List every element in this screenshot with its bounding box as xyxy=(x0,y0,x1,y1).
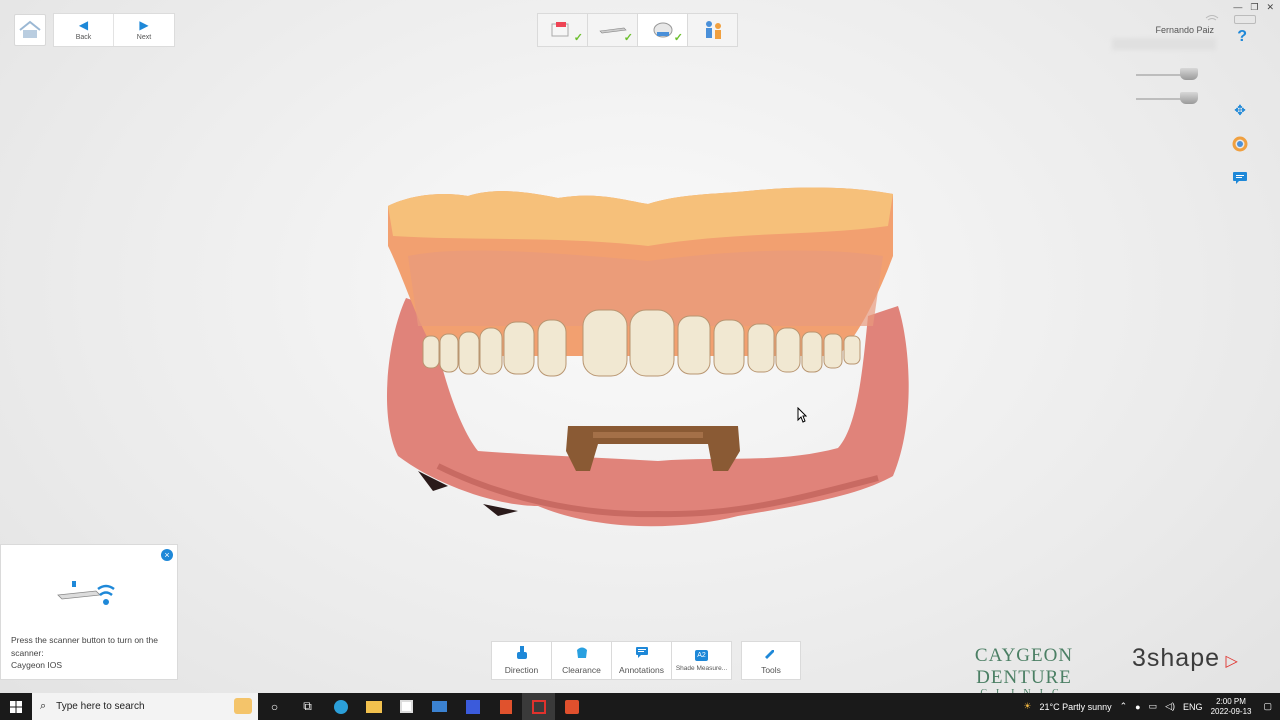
scanner-notification: × Press the scanner button to turn on th… xyxy=(0,544,178,680)
system-tray: ☀ 21°C Partly sunny ⌃ ● ▭ ◁) ENG 2:00 PM… xyxy=(1023,693,1280,720)
next-button[interactable]: ▶ Next xyxy=(114,14,174,46)
navigation-group: ◀ Back ▶ Next xyxy=(53,13,175,47)
bottom-toolbar: Direction Clearance Annotations A2 Shade… xyxy=(491,641,732,680)
start-button[interactable] xyxy=(0,693,32,720)
search-icon: ⌕ xyxy=(40,700,47,712)
office-icon[interactable] xyxy=(489,693,522,720)
clock-time: 2:00 PM xyxy=(1216,696,1246,706)
annotation-icon xyxy=(635,646,649,661)
workflow-steps: ✓ ✓ ✓ xyxy=(537,13,738,47)
people-icon xyxy=(705,21,721,39)
store-icon[interactable] xyxy=(390,693,423,720)
caygeon-app-icon[interactable] xyxy=(555,693,588,720)
back-button[interactable]: ◀ Back xyxy=(54,14,114,46)
back-label: Back xyxy=(75,34,92,41)
upper-jaw-icon[interactable] xyxy=(1180,68,1198,80)
search-highlight-icon xyxy=(234,698,252,714)
lower-jaw-icon[interactable] xyxy=(1180,92,1198,104)
arrow-left-icon: ◀ xyxy=(78,18,89,32)
task-view-icon[interactable]: ⧉ xyxy=(291,693,324,720)
arrow-right-icon: ▶ xyxy=(139,18,149,32)
annotations-button[interactable]: Annotations xyxy=(611,641,672,680)
mouse-cursor-icon xyxy=(797,407,807,423)
taskbar-search[interactable]: ⌕ Type here to search xyxy=(32,693,258,720)
shade-measure-button[interactable]: A2 Shade Measure... xyxy=(671,641,732,680)
mail-icon[interactable] xyxy=(423,693,456,720)
weather-icon[interactable]: ☀ xyxy=(1023,701,1031,712)
window-controls: — ❐ ✕ xyxy=(1233,2,1274,13)
battery-icon xyxy=(1234,15,1256,24)
notification-message: Press the scanner button to turn on the … xyxy=(11,634,171,672)
check-icon: ✓ xyxy=(623,32,633,44)
direction-button[interactable]: Direction xyxy=(491,641,552,680)
close-window-icon[interactable]: ✕ xyxy=(1266,2,1274,13)
wireless-scanner-icon xyxy=(57,581,115,605)
help-button[interactable]: ? xyxy=(1237,28,1247,46)
weather-text[interactable]: 21°C Partly sunny xyxy=(1039,702,1111,712)
check-icon: ✓ xyxy=(673,32,683,44)
direction-icon xyxy=(516,646,528,661)
scanner-name: Caygeon IOS xyxy=(11,660,63,670)
home-icon xyxy=(19,20,41,38)
clock[interactable]: 2:00 PM 2022-09-13 xyxy=(1211,697,1252,717)
taskbar: ⌕ Type here to search ○ ⧉ ☀ 21°C Partly … xyxy=(0,693,1280,720)
microphone-icon[interactable]: ● xyxy=(1135,702,1140,712)
step-send[interactable] xyxy=(687,13,738,47)
annotations-label: Annotations xyxy=(619,665,664,675)
close-notification-button[interactable]: × xyxy=(161,549,173,561)
file-explorer-icon[interactable] xyxy=(357,693,390,720)
clearance-icon xyxy=(575,646,589,661)
blurred-info xyxy=(1112,38,1216,50)
wifi-status-icon xyxy=(1205,15,1219,21)
wrench-icon xyxy=(764,646,778,661)
brand-name: 3shape xyxy=(1132,644,1221,672)
network-icon[interactable]: ▭ xyxy=(1149,701,1158,712)
shade-measure-label: Shade Measure... xyxy=(675,664,728,672)
minimize-icon[interactable]: — xyxy=(1233,2,1242,13)
color-wheel-icon[interactable] xyxy=(1230,134,1250,154)
tools-button[interactable]: Tools xyxy=(741,641,801,680)
move-icon[interactable]: ✥ xyxy=(1230,100,1250,120)
maximize-icon[interactable]: ❐ xyxy=(1250,2,1258,13)
notification-center-icon[interactable]: ▢ xyxy=(1263,701,1272,712)
comment-icon[interactable] xyxy=(1230,168,1250,188)
app-icon[interactable] xyxy=(456,693,489,720)
brand-triangle-icon: ▷ xyxy=(1220,653,1239,670)
step-order[interactable]: ✓ xyxy=(537,13,588,47)
search-placeholder: Type here to search xyxy=(56,701,145,712)
shade-icon: A2 xyxy=(695,649,708,661)
side-toolbar: ✥ xyxy=(1230,100,1250,188)
scan-jaw-icon xyxy=(653,22,672,38)
order-form-icon xyxy=(551,22,568,37)
tools-label: Tools xyxy=(761,665,781,675)
clearance-label: Clearance xyxy=(562,665,601,675)
language-indicator[interactable]: ENG xyxy=(1183,702,1203,712)
edge-browser-icon[interactable] xyxy=(324,693,357,720)
check-icon: ✓ xyxy=(573,32,583,44)
upper-jaw-slider[interactable] xyxy=(1136,68,1200,82)
home-button[interactable] xyxy=(14,14,46,46)
lower-jaw-slider[interactable] xyxy=(1136,92,1200,106)
clinic-logo: CAYGEON DENTURE CLINIC xyxy=(928,645,1120,699)
next-label: Next xyxy=(136,34,152,41)
notification-text: Press the scanner button to turn on the … xyxy=(11,635,158,658)
clearance-button[interactable]: Clearance xyxy=(551,641,612,680)
chevron-up-icon[interactable]: ⌃ xyxy=(1120,701,1128,712)
brand-logo: 3shape ▷ xyxy=(1132,644,1239,673)
3shape-app-icon[interactable] xyxy=(522,693,555,720)
jaw-visibility-sliders xyxy=(1136,68,1200,116)
step-scan[interactable]: ✓ xyxy=(637,13,688,47)
direction-label: Direction xyxy=(504,665,539,675)
clock-date: 2022-09-13 xyxy=(1210,706,1252,716)
username[interactable]: Fernando Paiz xyxy=(1155,25,1214,35)
dental-scan-model[interactable] xyxy=(378,186,912,536)
windows-icon xyxy=(10,700,22,713)
cortana-icon[interactable]: ○ xyxy=(258,693,291,720)
step-scanner[interactable]: ✓ xyxy=(587,13,638,47)
clinic-name: CAYGEON DENTURE xyxy=(974,645,1074,688)
volume-icon[interactable]: ◁) xyxy=(1165,701,1175,712)
